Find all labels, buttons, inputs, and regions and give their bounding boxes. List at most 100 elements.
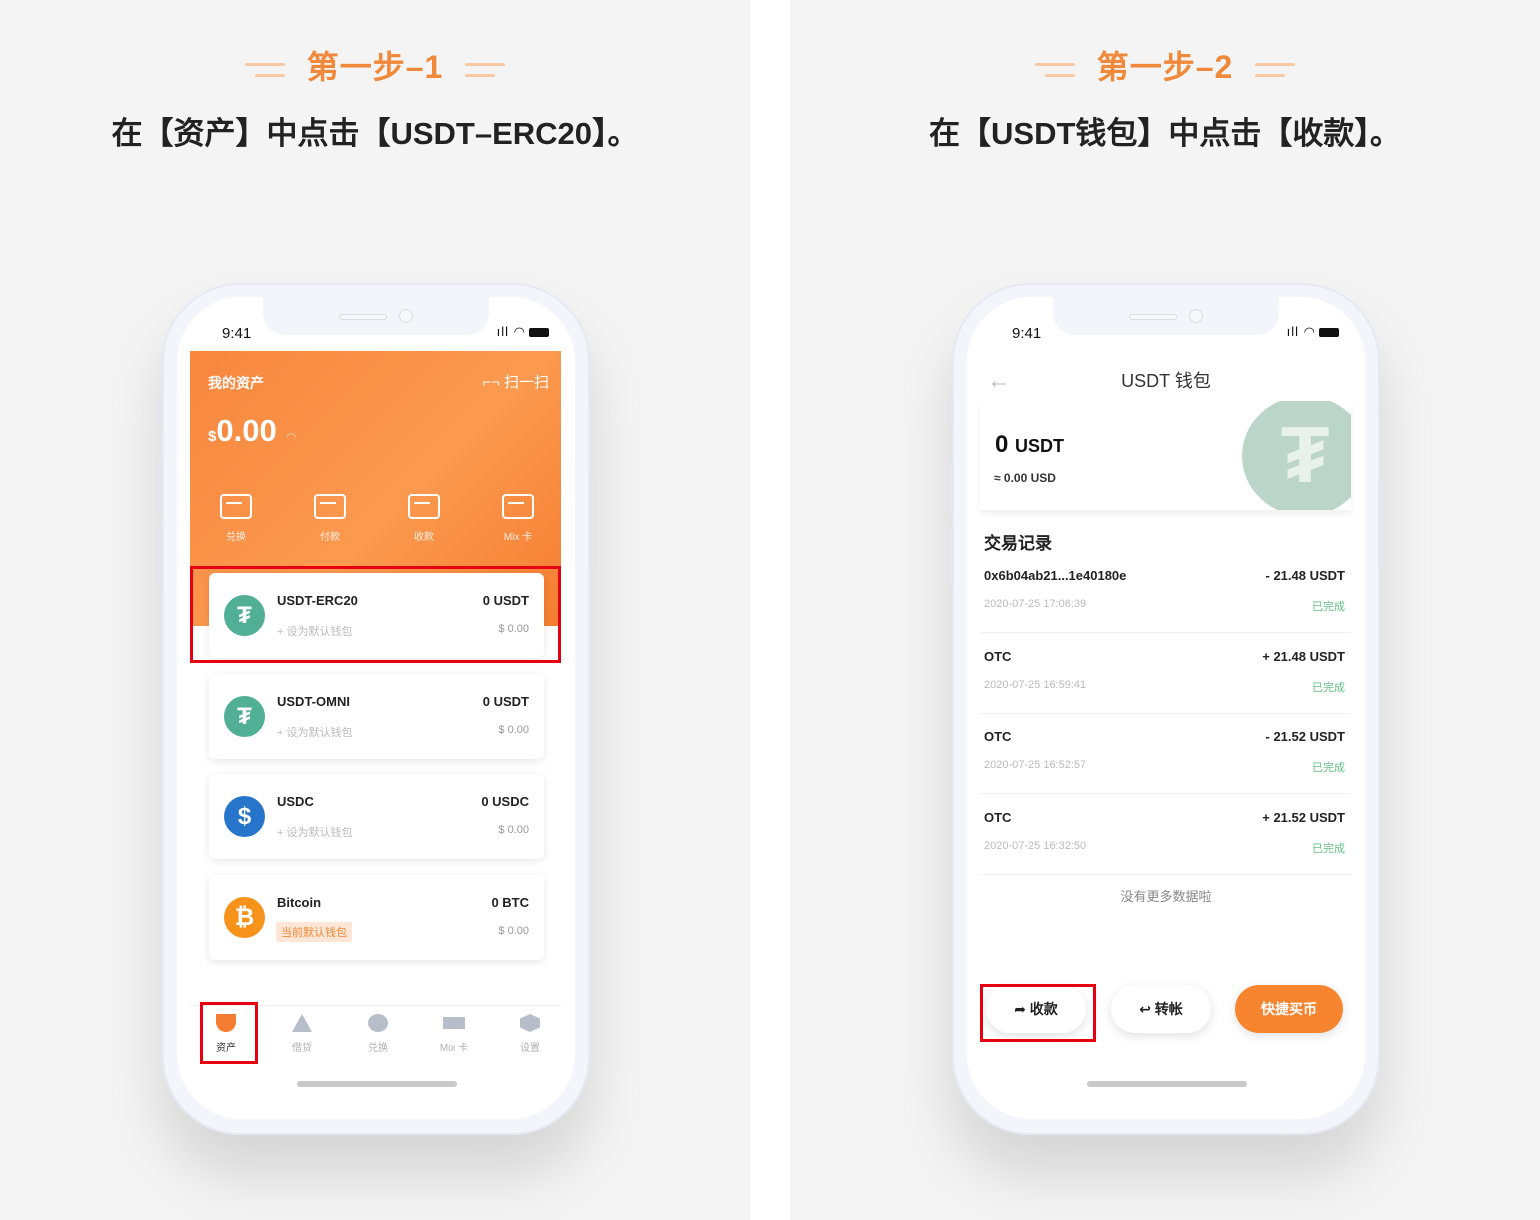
pay-action[interactable]: 付款 bbox=[300, 494, 360, 545]
eye-icon[interactable]: ◠ bbox=[287, 430, 296, 444]
scan-button[interactable]: ⌐¬ 扫一扫 bbox=[482, 371, 549, 392]
wallet-amount: 0 USDT bbox=[482, 694, 529, 709]
speaker-icon bbox=[339, 314, 387, 320]
highlight-box bbox=[980, 984, 1096, 1042]
tx-date: 2020-07-25 16:52:57 bbox=[984, 759, 1087, 771]
no-more-data: 没有更多数据啦 bbox=[1120, 889, 1212, 904]
wallet-name: USDT-OMNI bbox=[277, 694, 350, 709]
wallet-usd: $ 0.00 bbox=[498, 925, 529, 937]
decor-lines-icon bbox=[1255, 62, 1296, 77]
tether-icon: ₮ bbox=[224, 696, 265, 737]
tx-status: 已完成 bbox=[1312, 601, 1345, 613]
phone-side-button bbox=[1379, 478, 1383, 568]
action-label: Mix 卡 bbox=[503, 532, 533, 543]
default-wallet-badge: 当前默认钱包 bbox=[276, 922, 352, 942]
tab-mix-card[interactable]: Mix 卡 bbox=[424, 1014, 484, 1056]
step-panel-left: 第一步–1 在【资产】中点击【USDT–ERC20】。 9:41 ıll ◠ 我… bbox=[0, 0, 750, 1220]
receive-action[interactable]: 收款 bbox=[394, 494, 454, 545]
tx-id: OTC bbox=[984, 729, 1012, 744]
tab-label: 设置 bbox=[520, 1043, 540, 1054]
home-indicator bbox=[297, 1081, 457, 1087]
phone-screen: 9:41 ıll ◠ 我的资产 ⌐¬ 扫一扫 $0.00 ◠ 兑换 付款 收款 M… bbox=[177, 297, 575, 1119]
tx-id: 0x6b04ab21...1e40180e bbox=[984, 568, 1127, 583]
balance-amount: 0.00 bbox=[216, 413, 277, 448]
action-label: 付款 bbox=[320, 532, 340, 543]
exchange-action[interactable]: 兑换 bbox=[206, 494, 266, 545]
step-heading: 第一步–1 bbox=[0, 42, 750, 88]
tx-status: 已完成 bbox=[1312, 762, 1345, 774]
battery-icon bbox=[529, 328, 549, 338]
tab-label: 兑换 bbox=[368, 1043, 388, 1054]
step-title: 第一步–2 bbox=[1096, 49, 1234, 85]
transaction-row[interactable]: OTC 2020-07-25 16:32:50 + 21.52 USDT 已完成 bbox=[980, 794, 1351, 875]
status-time: 9:41 bbox=[222, 325, 252, 342]
tx-date: 2020-07-25 17:06:39 bbox=[984, 598, 1087, 610]
phone-side-button bbox=[159, 528, 163, 586]
wallet-balance: 0 USDT bbox=[995, 431, 1064, 459]
tx-id: OTC bbox=[984, 649, 1012, 664]
action-label: 兑换 bbox=[226, 532, 246, 543]
usdc-icon: $ bbox=[224, 796, 265, 837]
decor-lines-icon bbox=[1034, 62, 1075, 77]
tx-status: 已完成 bbox=[1312, 682, 1345, 694]
camera-icon bbox=[1189, 309, 1203, 323]
triangle-icon bbox=[292, 1014, 312, 1032]
wallet-amount: 0 USDC bbox=[481, 794, 529, 809]
phone-side-button bbox=[159, 458, 163, 516]
status-time: 9:41 bbox=[1012, 325, 1042, 342]
wallet-card-usdt-omni[interactable]: ₮ USDT-OMNI + 设为默认钱包 0 USDT $ 0.00 bbox=[209, 674, 544, 759]
wallet-usd: $ 0.00 bbox=[498, 824, 529, 836]
wallet-amount: 0 BTC bbox=[491, 895, 529, 910]
tab-exchange[interactable]: 兑换 bbox=[348, 1014, 408, 1056]
page-title: USDT 钱包 bbox=[1121, 371, 1211, 391]
battery-icon bbox=[1319, 328, 1339, 338]
wallet-card-bitcoin[interactable]: ₿ Bitcoin 当前默认钱包 0 BTC $ 0.00 bbox=[209, 875, 544, 960]
balance-unit: USDT bbox=[1015, 436, 1065, 456]
transfer-button[interactable]: ↩ 转帐 bbox=[1111, 985, 1211, 1033]
camera-icon bbox=[399, 309, 413, 323]
tab-lending[interactable]: 借贷 bbox=[272, 1014, 332, 1056]
quick-buy-button[interactable]: 快捷买币 bbox=[1235, 985, 1343, 1033]
tx-date: 2020-07-25 16:32:50 bbox=[984, 840, 1087, 852]
card-icon bbox=[443, 1017, 465, 1029]
phone-side-button bbox=[159, 398, 163, 428]
signal-wifi-icon: ıll ◠ bbox=[1286, 324, 1316, 339]
tab-settings[interactable]: 设置 bbox=[500, 1014, 560, 1056]
circle-icon bbox=[368, 1014, 388, 1032]
transaction-row[interactable]: OTC 2020-07-25 16:59:41 + 21.48 USDT 已完成 bbox=[980, 633, 1351, 714]
tx-amount: + 21.48 USDT bbox=[1262, 649, 1345, 664]
tx-amount: - 21.52 USDT bbox=[1265, 729, 1345, 744]
tab-label: 借贷 bbox=[292, 1043, 312, 1054]
set-default-link[interactable]: + 设为默认钱包 bbox=[277, 724, 352, 740]
wallet-usd: $ 0.00 bbox=[498, 724, 529, 736]
phone-side-button bbox=[589, 478, 593, 568]
transaction-row[interactable]: 0x6b04ab21...1e40180e 2020-07-25 17:06:3… bbox=[980, 552, 1351, 633]
pay-icon bbox=[314, 494, 346, 519]
balance-value: 0 bbox=[995, 431, 1009, 458]
wallet-name: USDC bbox=[277, 794, 314, 809]
home-indicator bbox=[1087, 1081, 1247, 1087]
transaction-row[interactable]: OTC 2020-07-25 16:52:57 - 21.52 USDT 已完成 bbox=[980, 713, 1351, 794]
tx-date: 2020-07-25 16:59:41 bbox=[984, 679, 1087, 691]
phone-side-button bbox=[949, 398, 953, 428]
decor-lines-icon bbox=[465, 62, 506, 77]
receive-icon bbox=[408, 494, 440, 519]
step-heading: 第一步–2 bbox=[790, 42, 1540, 88]
mix-card-action[interactable]: Mix 卡 bbox=[488, 494, 548, 545]
tab-label: Mix 卡 bbox=[439, 1043, 469, 1054]
signal-wifi-icon: ıll ◠ bbox=[496, 324, 526, 339]
card-icon bbox=[502, 494, 534, 519]
tx-amount: + 21.52 USDT bbox=[1262, 810, 1345, 825]
tx-status: 已完成 bbox=[1312, 843, 1345, 855]
step-title: 第一步–1 bbox=[306, 49, 444, 85]
balance-usd: ≈ 0.00 USD bbox=[994, 471, 1056, 485]
speaker-icon bbox=[1129, 314, 1177, 320]
wallet-name: Bitcoin bbox=[277, 895, 322, 910]
instruction-text: 在【USDT钱包】中点击【收款】。 bbox=[929, 116, 1401, 151]
highlight-box bbox=[190, 566, 561, 663]
status-icons: ıll ◠ bbox=[1287, 324, 1339, 340]
tx-amount: - 21.48 USDT bbox=[1265, 568, 1345, 583]
wallet-card-usdc[interactable]: $ USDC + 设为默认钱包 0 USDC $ 0.00 bbox=[209, 774, 544, 859]
set-default-link[interactable]: + 设为默认钱包 bbox=[277, 824, 352, 840]
step-panel-right: 第一步–2 在【USDT钱包】中点击【收款】。 9:41 ıll ◠ ← USD… bbox=[790, 0, 1540, 1220]
